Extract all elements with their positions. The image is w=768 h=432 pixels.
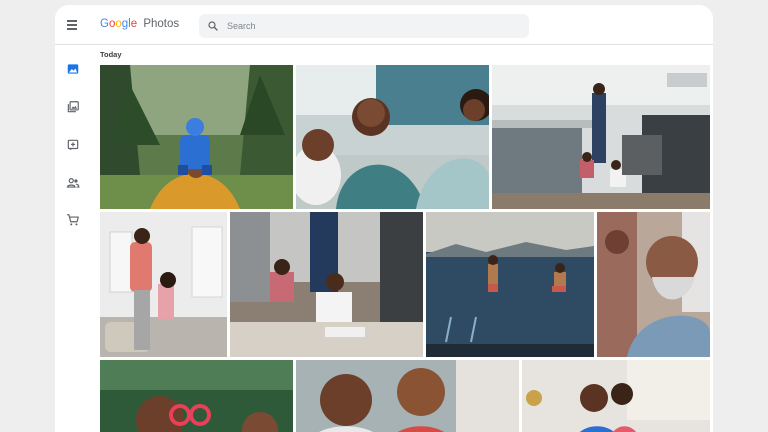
sharing-icon[interactable] xyxy=(66,176,80,190)
photo-thumbnail[interactable] xyxy=(100,212,227,357)
google-photos-logo[interactable]: Google Photos xyxy=(100,18,179,30)
photo-thumbnail[interactable] xyxy=(492,65,710,209)
menu-icon[interactable] xyxy=(64,18,80,32)
photo-thumbnail[interactable] xyxy=(426,212,594,357)
photo-thumbnail[interactable] xyxy=(597,212,710,357)
search-bar[interactable] xyxy=(199,14,529,38)
photo-thumbnail[interactable] xyxy=(296,360,519,432)
print-store-icon[interactable] xyxy=(66,213,80,227)
product-name: Photos xyxy=(143,18,180,30)
search-input[interactable] xyxy=(227,18,517,34)
photos-icon[interactable] xyxy=(66,62,80,76)
photo-thumbnail[interactable] xyxy=(522,360,710,432)
photo-thumbnail[interactable] xyxy=(230,212,423,357)
albums-icon[interactable] xyxy=(66,100,80,114)
photo-thumbnail[interactable] xyxy=(296,65,489,209)
app-window: Google Photos Search Today xyxy=(55,5,713,432)
top-bar: Google Photos xyxy=(55,5,713,45)
photo-thumbnail[interactable] xyxy=(100,360,293,432)
logo-letter: e xyxy=(130,18,138,30)
add-memory-icon[interactable] xyxy=(66,138,80,152)
logo-letter: G xyxy=(100,18,109,30)
photo-thumbnail[interactable] xyxy=(100,65,293,209)
sidebar xyxy=(55,45,95,432)
section-title: Today xyxy=(100,50,122,59)
search-icon xyxy=(208,21,218,31)
